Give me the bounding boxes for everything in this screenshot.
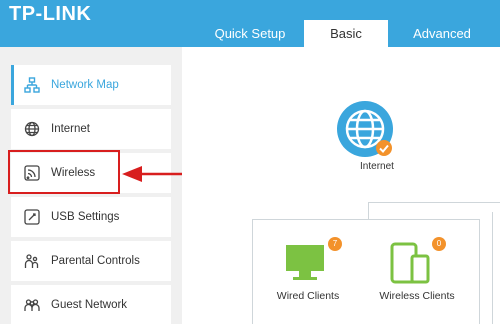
internet-label: Internet — [360, 161, 394, 172]
sidebar-item-network-map[interactable]: Network Map — [11, 65, 171, 105]
guest-icon — [23, 296, 41, 314]
tab-quick-setup[interactable]: Quick Setup — [196, 20, 304, 47]
top-header: TP-LINK Quick Setup Basic Advanced — [0, 0, 500, 47]
wired-clients-label: Wired Clients — [276, 290, 340, 302]
sidebar-item-label: Network Map — [51, 79, 119, 91]
sidebar-item-label: USB Settings — [51, 211, 120, 223]
sidebar-item-label: Guest Network — [51, 299, 128, 311]
network-map-icon — [23, 76, 41, 94]
parental-icon — [23, 252, 41, 270]
tab-basic[interactable]: Basic — [304, 20, 388, 47]
tab-advanced[interactable]: Advanced — [392, 20, 492, 47]
wireless-clients-label: Wireless Clients — [379, 290, 455, 302]
devices-icon[interactable] — [390, 240, 430, 286]
usb-icon — [23, 208, 41, 226]
sidebar-item-parental-controls[interactable]: Parental Controls — [11, 241, 171, 281]
sidebar-item-internet[interactable]: Internet — [11, 109, 171, 149]
sidebar-item-usb-settings[interactable]: USB Settings — [11, 197, 171, 237]
check-icon — [376, 140, 392, 156]
wired-clients-count-badge: 7 — [328, 237, 342, 251]
wireless-clients-count-badge: 0 — [432, 237, 446, 251]
tp-link-logo: TP-LINK — [9, 3, 92, 25]
wireless-highlight-box — [8, 150, 120, 194]
network-map-panel: Internet 7 Wired Clients 0 Wireless Clie… — [182, 47, 500, 324]
connector-line — [368, 202, 500, 203]
monitor-icon[interactable] — [284, 243, 326, 283]
globe-icon — [23, 120, 41, 138]
sidebar-item-label: Internet — [51, 123, 90, 135]
connector-line — [368, 202, 369, 219]
connector-line — [492, 212, 493, 324]
sidebar-item-label: Parental Controls — [51, 255, 140, 267]
sidebar-item-guest-network[interactable]: Guest Network — [11, 285, 171, 324]
